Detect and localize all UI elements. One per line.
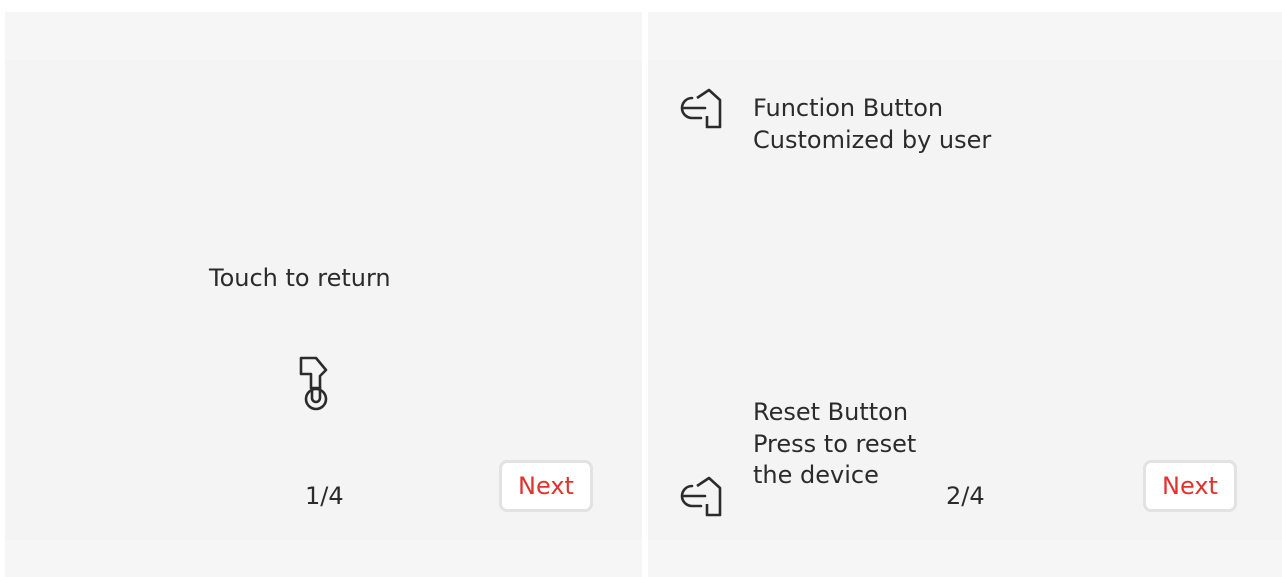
page-indicator: 2/4 [946,482,985,510]
pointing-hand-icon [680,88,722,129]
function-button-title: Function Button [753,94,944,122]
top-band [648,12,1282,60]
top-band [5,12,642,60]
onboarding-screen-1: Touch to return 1/4 Next [5,12,642,577]
tap-finger-icon [299,356,328,411]
onboarding-screen-2: Function Button Customized by user Reset… [648,12,1282,577]
reset-button-title: Reset Button [753,398,909,426]
function-button-description: Customized by user [753,126,992,154]
page-indicator: 1/4 [305,482,344,510]
next-button[interactable]: Next [499,460,593,512]
bottom-band [648,540,1282,577]
bottom-band [5,540,642,577]
pointing-hand-icon [680,476,722,517]
touch-to-return-text: Touch to return [209,264,391,292]
reset-button-description-line1: Press to reset [753,430,917,458]
reset-button-description-line2: the device [753,461,879,489]
next-button[interactable]: Next [1143,460,1237,512]
